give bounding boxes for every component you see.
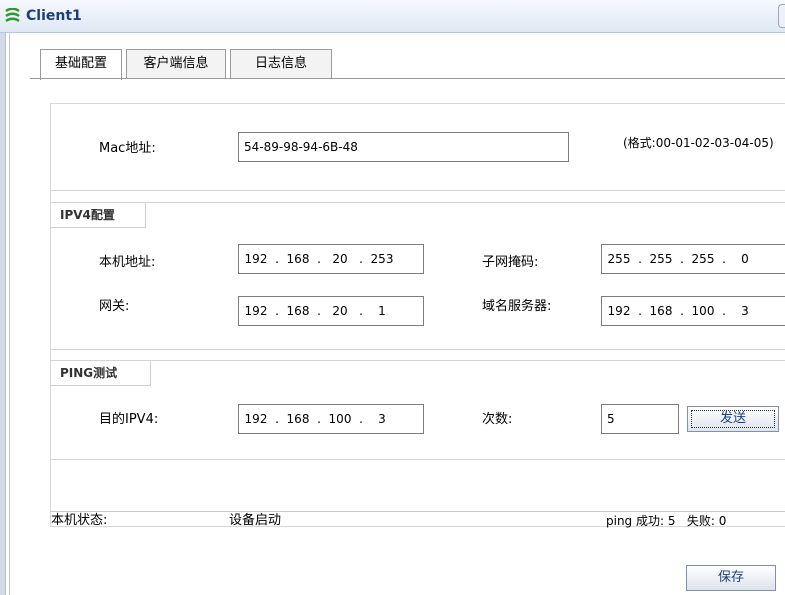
ip-octet: 1 [378, 304, 386, 318]
mac-label: Mac地址: [99, 141, 156, 156]
tab-divider [30, 78, 785, 79]
ip-octet: 168 [286, 304, 310, 318]
ip-dot: . [275, 304, 279, 318]
ip-dot: . [638, 252, 642, 266]
ip-octet: 255 [649, 252, 673, 266]
status-label: 本机状态: [51, 513, 108, 528]
ip-octet: 168 [286, 412, 310, 426]
ip-dot: . [275, 412, 279, 426]
ping-section-label: PING测试 [51, 361, 151, 386]
ipv4-section-label: IPV4配置 [51, 203, 146, 228]
window-control-edge[interactable] [778, 4, 785, 28]
ip-octet: 168 [286, 252, 310, 266]
dest-ip-label: 目的IPV4: [99, 412, 159, 427]
status-value: 设备启动 [229, 513, 282, 528]
host-ip-input[interactable]: 192. 168. 20. 253 [238, 244, 424, 274]
ip-dot: . [680, 252, 684, 266]
ip-dot: . [722, 252, 726, 266]
ip-octet: 255 [607, 252, 631, 266]
gateway-input[interactable]: 192. 168. 20. 1 [238, 296, 424, 326]
ip-dot: . [359, 304, 363, 318]
basic-config-panel: Mac地址: 54-89-98-94-6B-48 (格式:00-01-02-03… [50, 103, 785, 527]
netmask-label: 子网掩码: [482, 255, 539, 270]
netmask-input[interactable]: 255. 255. 255. 0 [601, 244, 785, 274]
ping-count-value: 5 [607, 412, 615, 426]
ping-count-label: 次数: [482, 412, 513, 427]
ipv4-section: IPV4配置 本机地址: 192. 168. 20. 253 子网掩码: 255… [51, 202, 785, 350]
ip-octet: 192 [244, 252, 268, 266]
ip-octet: 253 [370, 252, 394, 266]
ip-dot: . [317, 412, 321, 426]
tab-basic-config[interactable]: 基础配置 [40, 49, 122, 80]
ping-count-input[interactable]: 5 [601, 404, 679, 434]
window-left-frame [0, 33, 6, 595]
tab-log-info[interactable]: 日志信息 [230, 49, 332, 78]
ip-dot: . [638, 304, 642, 318]
ip-octet: 3 [741, 304, 749, 318]
dest-ip-input[interactable]: 192. 168. 100. 3 [238, 404, 424, 434]
ip-octet: 0 [741, 252, 749, 266]
ping-section: PING测试 目的IPV4: 192. 168. 100. 3 次数: 5 发送 [51, 360, 785, 460]
ip-dot: . [359, 412, 363, 426]
ip-octet: 100 [691, 304, 715, 318]
ip-octet: 3 [378, 412, 386, 426]
ip-octet: 168 [649, 304, 673, 318]
client-app-icon [5, 8, 20, 23]
mac-section: Mac地址: 54-89-98-94-6B-48 (格式:00-01-02-03… [51, 104, 785, 191]
ip-octet: 255 [691, 252, 715, 266]
save-button[interactable]: 保存 [686, 565, 776, 591]
ip-octet: 20 [332, 252, 348, 266]
send-button[interactable]: 发送 [687, 406, 779, 432]
ip-dot: . [317, 304, 321, 318]
gateway-label: 网关: [99, 299, 130, 314]
ip-octet: 192 [244, 412, 268, 426]
ip-octet: 192 [607, 304, 631, 318]
mac-value: 54-89-98-94-6B-48 [244, 140, 358, 154]
dns-input[interactable]: 192. 168. 100. 3 [601, 296, 785, 326]
ip-octet: 100 [328, 412, 352, 426]
ip-octet: 192 [244, 304, 268, 318]
ip-dot: . [722, 304, 726, 318]
tab-client-info[interactable]: 客户端信息 [126, 49, 226, 78]
title-bar: Client1 [0, 0, 785, 33]
ip-dot: . [317, 252, 321, 266]
mac-input[interactable]: 54-89-98-94-6B-48 [238, 132, 569, 162]
window-title: Client1 [26, 8, 82, 24]
client-window: 基础配置 客户端信息 日志信息 Mac地址: 54-89-98-94-6B-48… [9, 33, 785, 595]
ip-dot: . [359, 252, 363, 266]
ip-dot: . [275, 252, 279, 266]
host-ip-label: 本机地址: [99, 255, 156, 270]
dns-label: 域名服务器: [482, 299, 552, 314]
ip-dot: . [680, 304, 684, 318]
ping-result: ping 成功: 5 失败: 0 [606, 514, 727, 528]
ip-octet: 20 [332, 304, 348, 318]
mac-format-hint: (格式:00-01-02-03-04-05) [623, 136, 774, 150]
